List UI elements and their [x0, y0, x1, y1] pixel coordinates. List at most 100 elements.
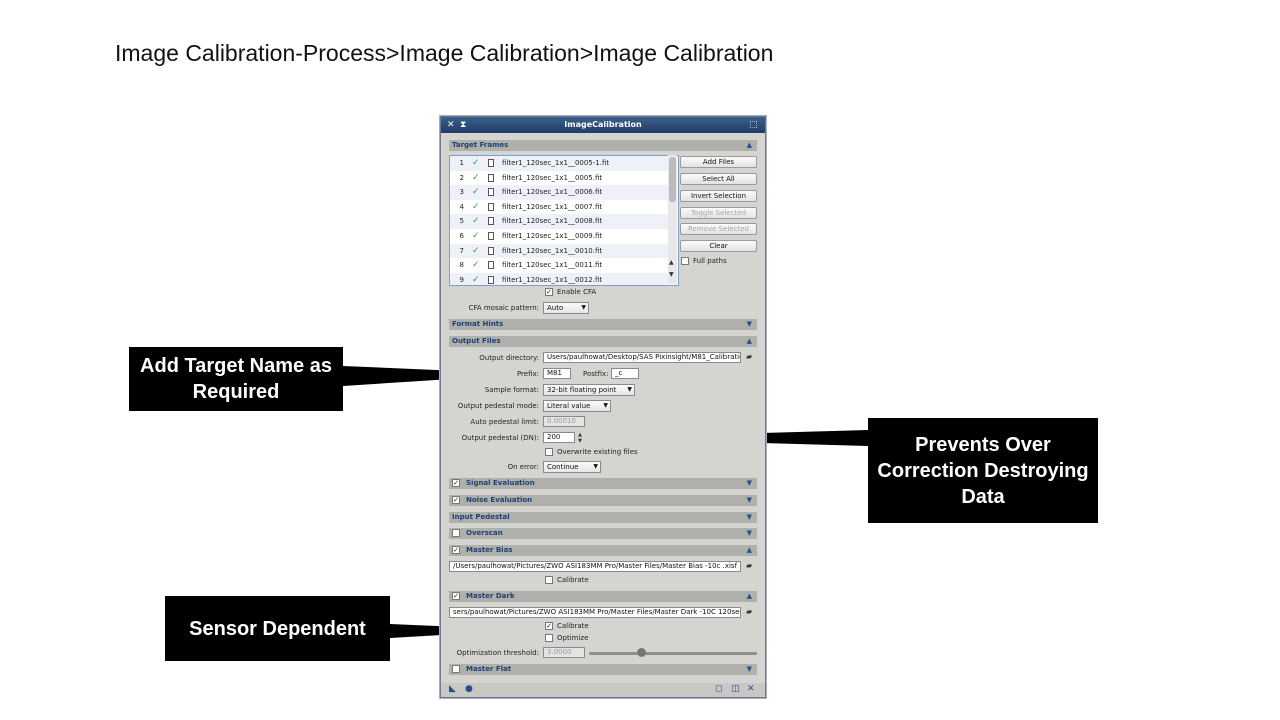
- cfa-mosaic-select[interactable]: Auto ▼: [543, 302, 589, 314]
- invert-selection-button[interactable]: Invert Selection: [680, 190, 757, 202]
- section-format-hints[interactable]: Format Hints ▼: [449, 319, 757, 330]
- track-view-icon[interactable]: ◫: [731, 684, 740, 694]
- expand-icon[interactable]: ▼: [747, 495, 752, 506]
- check-icon[interactable]: ✓: [472, 273, 480, 285]
- list-item[interactable]: 6 ✓ filter1_120sec_1x1__0009.fit: [450, 229, 668, 244]
- expand-icon[interactable]: ▼: [747, 319, 752, 330]
- clear-button[interactable]: Clear: [680, 240, 757, 252]
- list-scrollbar[interactable]: ▲ ▼: [668, 155, 677, 284]
- prefix-input[interactable]: M81: [543, 368, 571, 379]
- pedestal-mode-label: Output pedestal mode:: [457, 402, 539, 410]
- expand-icon[interactable]: ▼: [747, 528, 752, 539]
- master-flat-checkbox[interactable]: [452, 665, 460, 673]
- select-all-button[interactable]: Select All: [680, 173, 757, 185]
- check-icon[interactable]: ✓: [472, 185, 480, 199]
- list-item[interactable]: 1 ✓ filter1_120sec_1x1__0005-1.fit: [450, 156, 668, 171]
- dark-calibrate-label: Calibrate: [557, 622, 589, 630]
- scroll-down-icon[interactable]: ▼: [669, 271, 674, 278]
- dark-optimize-checkbox[interactable]: [545, 634, 553, 642]
- output-directory-label: Output directory:: [479, 354, 539, 362]
- overwrite-checkbox[interactable]: [545, 448, 553, 456]
- list-item[interactable]: 4 ✓ filter1_120sec_1x1__0007.fit: [450, 200, 668, 215]
- output-pedestal-input[interactable]: 200: [543, 432, 575, 443]
- file-icon: [488, 275, 494, 284]
- list-item[interactable]: 7 ✓ filter1_120sec_1x1__0010.fit: [450, 243, 668, 259]
- master-dark-checkbox[interactable]: ✓: [452, 592, 460, 600]
- dark-calibrate-checkbox[interactable]: ✓: [545, 622, 553, 630]
- remove-selected-button[interactable]: Remove Selected: [680, 223, 757, 235]
- chevron-down-icon: ▼: [581, 304, 586, 311]
- maximize-icon[interactable]: ⬚: [749, 119, 758, 131]
- enable-cfa-label: Enable CFA: [557, 288, 597, 296]
- image-calibration-window: ✕ ⧗ ImageCalibration ⬚ Target Frames ▲ 1…: [440, 116, 766, 698]
- enable-cfa-checkbox[interactable]: ✓: [545, 288, 553, 296]
- list-item[interactable]: 3 ✓ filter1_120sec_1x1__0006.fit: [450, 185, 668, 200]
- section-signal-evaluation[interactable]: ✓ Signal Evaluation ▼: [449, 478, 757, 489]
- noise-evaluation-checkbox[interactable]: ✓: [452, 496, 460, 504]
- on-error-select[interactable]: Continue ▼: [543, 461, 601, 473]
- expand-icon[interactable]: ▼: [747, 478, 752, 489]
- list-item[interactable]: 5 ✓ filter1_120sec_1x1__0008.fit: [450, 214, 668, 229]
- callout-text: Prevents Over Correction Destroying Data: [877, 433, 1089, 508]
- check-icon[interactable]: ✓: [472, 229, 480, 243]
- postfix-input[interactable]: _c: [611, 368, 639, 379]
- sample-format-value: 32-bit floating point: [547, 386, 617, 394]
- signal-evaluation-checkbox[interactable]: ✓: [452, 479, 460, 487]
- optimization-threshold-slider[interactable]: [589, 652, 757, 655]
- pedestal-mode-select[interactable]: Literal value ▼: [543, 400, 611, 412]
- master-bias-path-input[interactable]: /Users/paulhowat/Pictures/ZWO ASI183MM P…: [449, 561, 741, 572]
- check-icon[interactable]: ✓: [472, 258, 480, 272]
- list-item[interactable]: 9 ✓ filter1_120sec_1x1__0012.fit: [450, 272, 668, 285]
- target-frames-list[interactable]: 1 ✓ filter1_120sec_1x1__0005-1.fit 2 ✓ filte…: [449, 155, 679, 286]
- expand-icon[interactable]: ▼: [747, 512, 752, 523]
- section-target-frames[interactable]: Target Frames ▲: [449, 140, 757, 151]
- check-icon[interactable]: ✓: [472, 214, 480, 228]
- list-item[interactable]: 8 ✓ filter1_120sec_1x1__0011.fit: [450, 258, 668, 273]
- master-bias-checkbox[interactable]: ✓: [452, 546, 460, 554]
- bias-calibrate-checkbox[interactable]: [545, 576, 553, 584]
- cfa-mosaic-label: CFA mosaic pattern:: [468, 304, 539, 312]
- file-icon: [488, 159, 494, 167]
- toggle-selected-button[interactable]: Toggle Selected: [680, 207, 757, 219]
- collapse-icon[interactable]: ▲: [747, 140, 752, 151]
- scroll-up-icon[interactable]: ▲: [669, 259, 674, 266]
- callout-sensor: Sensor Dependent: [165, 596, 390, 661]
- new-instance-icon[interactable]: ◣: [449, 684, 456, 694]
- check-icon[interactable]: ✓: [472, 244, 480, 258]
- check-icon[interactable]: ✓: [472, 156, 480, 170]
- add-files-button[interactable]: Add Files: [680, 156, 757, 168]
- browse-doc-icon[interactable]: ◻: [715, 684, 722, 694]
- full-paths-checkbox[interactable]: [681, 257, 689, 265]
- section-master-bias[interactable]: ✓ Master Bias ▲: [449, 545, 757, 556]
- folder-icon[interactable]: ▰: [746, 607, 752, 616]
- chevron-down-icon: ▼: [593, 463, 598, 470]
- output-directory-input[interactable]: Users/paulhowat/Desktop/SAS Pixinsight/M…: [543, 352, 741, 363]
- list-item[interactable]: 2 ✓ filter1_120sec_1x1__0005.fit: [450, 171, 668, 186]
- collapse-icon[interactable]: ▲: [747, 336, 752, 347]
- scrollbar-thumb[interactable]: [669, 157, 676, 202]
- auto-pedestal-limit-input[interactable]: 0.00010: [543, 416, 585, 427]
- callout-text: Add Target Name as Required: [140, 355, 332, 403]
- section-master-flat[interactable]: Master Flat ▼: [449, 664, 757, 675]
- optimization-threshold-input[interactable]: 3.0000: [543, 647, 585, 658]
- output-pedestal-label: Output pedestal (DN):: [461, 434, 539, 442]
- section-input-pedestal[interactable]: Input Pedestal ▼: [449, 512, 757, 523]
- sample-format-select[interactable]: 32-bit floating point ▼: [543, 384, 635, 396]
- folder-icon[interactable]: ▰: [746, 352, 752, 361]
- apply-global-icon[interactable]: ●: [465, 684, 473, 694]
- expand-icon[interactable]: ▼: [747, 664, 752, 675]
- collapse-icon[interactable]: ▲: [747, 591, 752, 602]
- section-master-dark[interactable]: ✓ Master Dark ▲: [449, 591, 757, 602]
- reset-icon[interactable]: ✕: [747, 684, 755, 694]
- folder-icon[interactable]: ▰: [746, 561, 752, 570]
- check-icon[interactable]: ✓: [472, 200, 480, 214]
- section-noise-evaluation[interactable]: ✓ Noise Evaluation ▼: [449, 495, 757, 506]
- master-dark-path-input[interactable]: sers/paulhowat/Pictures/ZWO ASI183MM Pro…: [449, 607, 741, 618]
- pedestal-spinner[interactable]: ▲ ▼: [576, 432, 584, 444]
- collapse-icon[interactable]: ▲: [747, 545, 752, 556]
- check-icon[interactable]: ✓: [472, 171, 480, 185]
- section-overscan[interactable]: Overscan ▼: [449, 528, 757, 539]
- overscan-checkbox[interactable]: [452, 529, 460, 537]
- slider-handle[interactable]: [637, 648, 646, 657]
- section-output-files[interactable]: Output Files ▲: [449, 336, 757, 347]
